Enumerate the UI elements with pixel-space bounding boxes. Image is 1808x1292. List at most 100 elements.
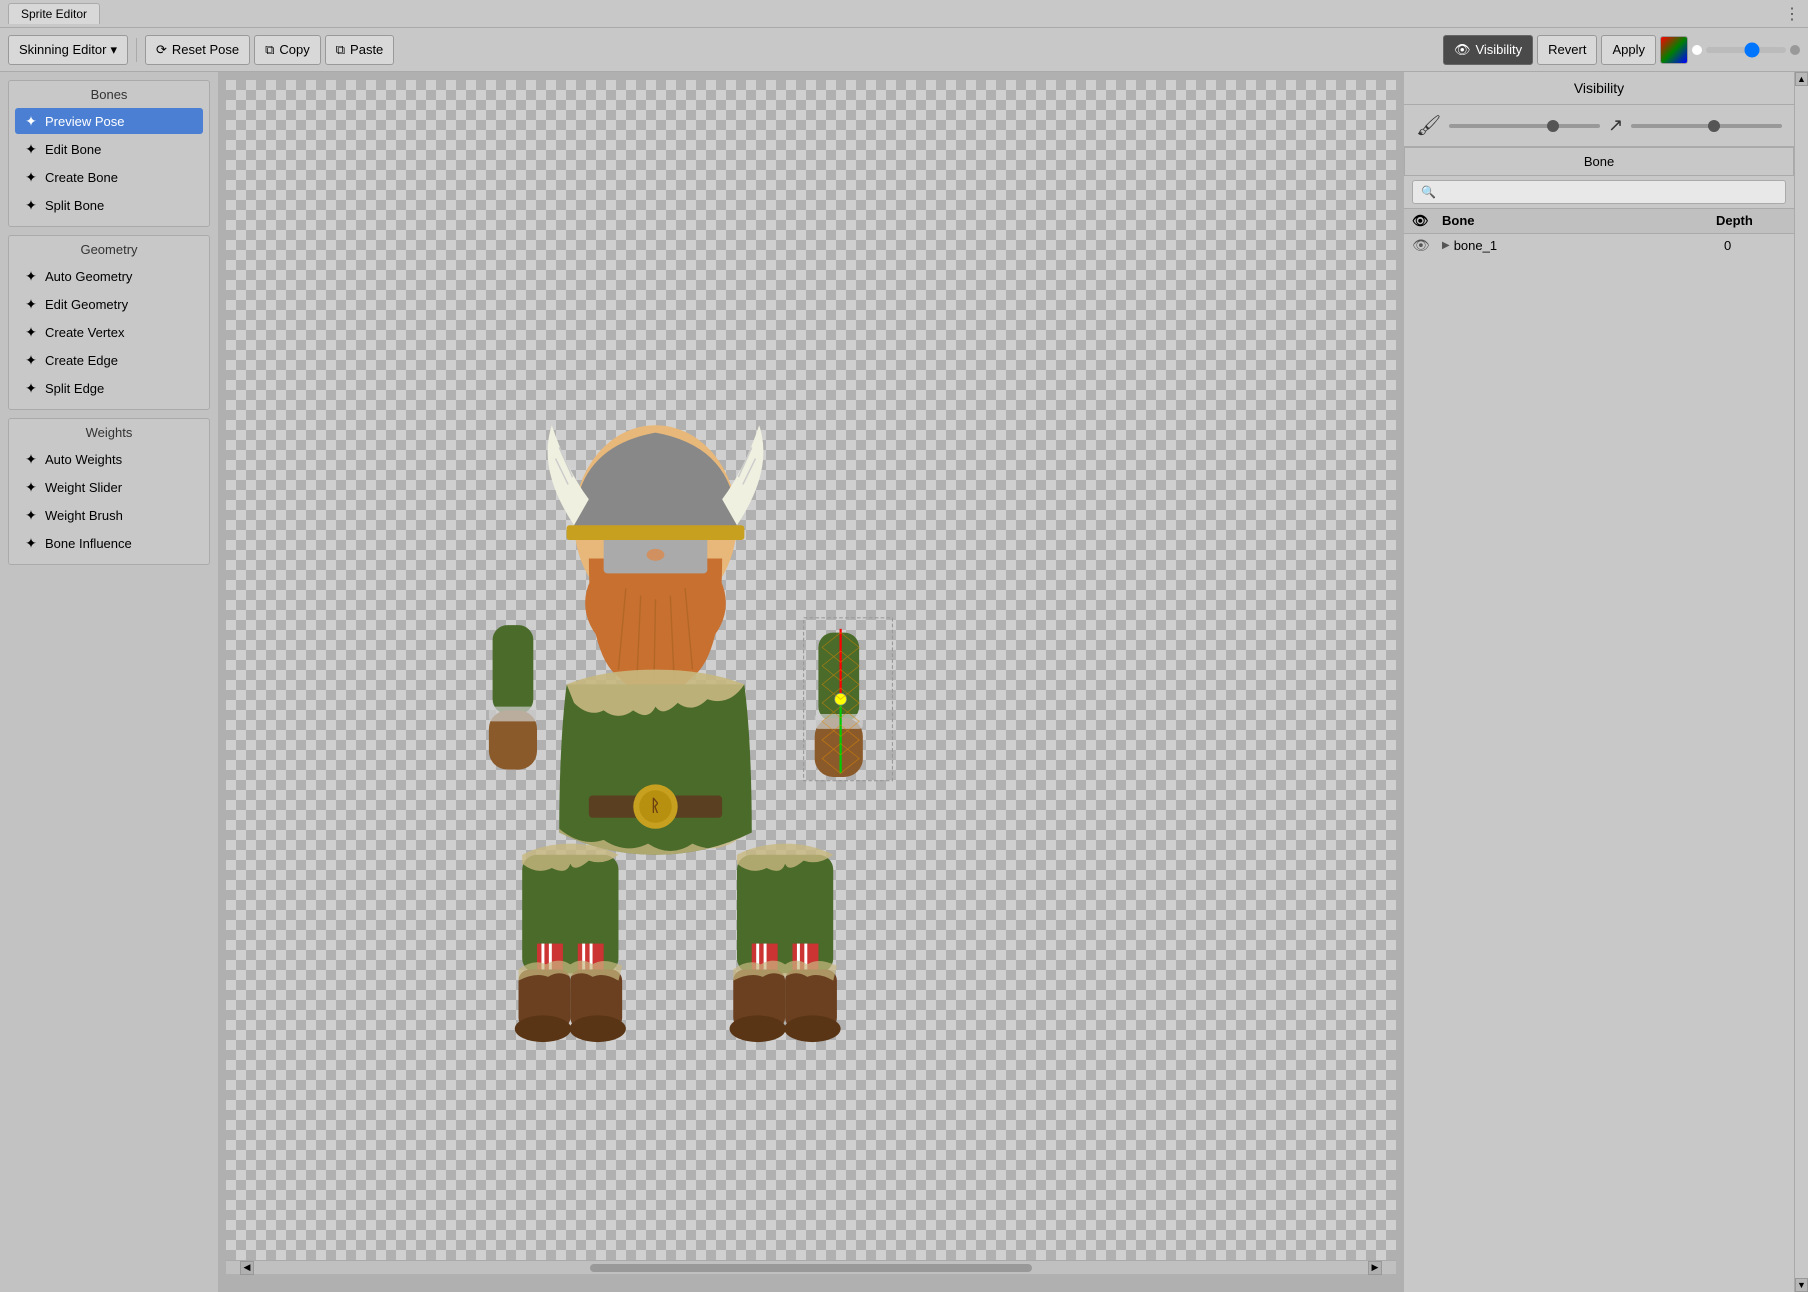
- visibility-label: Visibility: [1475, 42, 1522, 57]
- scroll-left-arrow[interactable]: ◀: [240, 1261, 254, 1275]
- search-bar: [1404, 176, 1794, 209]
- bone-depth-cell: 0: [1716, 238, 1786, 253]
- weight-brush-label: Weight Brush: [45, 508, 123, 523]
- revert-label: Revert: [1548, 42, 1586, 57]
- opacity-slider[interactable]: [1449, 124, 1600, 128]
- end-dot-icon: [1790, 45, 1800, 55]
- bone-table-row[interactable]: 👁 ▶ bone_1 0: [1404, 234, 1794, 257]
- main-content: Bones ✦ Preview Pose ✦ Edit Bone ✦ Creat…: [0, 72, 1808, 1292]
- weights-panel: Weights ✦ Auto Weights ✦ Weight Slider ✦…: [8, 418, 210, 565]
- visibility-button[interactable]: 👁 Visibility: [1443, 35, 1533, 65]
- svg-text:ᚱ: ᚱ: [650, 797, 660, 815]
- skinning-editor-dropdown[interactable]: Skinning Editor ▾: [8, 35, 128, 65]
- panel-spacer: [1404, 257, 1794, 1292]
- tool-btn-edit-geometry[interactable]: ✦ Edit Geometry: [15, 291, 203, 317]
- bone-name: bone_1: [1454, 238, 1497, 253]
- reset-pose-button[interactable]: ⟳ Reset Pose: [145, 35, 250, 65]
- edit-bone-label: Edit Bone: [45, 142, 101, 157]
- bone-table-header: 👁 Bone Depth: [1404, 209, 1794, 234]
- scroll-down-arrow[interactable]: ▼: [1795, 1278, 1808, 1292]
- title-tab[interactable]: Sprite Editor: [8, 3, 100, 24]
- auto-weights-icon: ✦: [23, 451, 39, 467]
- apply-button[interactable]: Apply: [1601, 35, 1656, 65]
- paste-icon: ⧉: [336, 42, 345, 58]
- bones-panel-title: Bones: [15, 87, 203, 102]
- weight-brush-icon: ✦: [23, 507, 39, 523]
- auto-geometry-label: Auto Geometry: [45, 269, 132, 284]
- brightness-slider[interactable]: [1706, 47, 1786, 53]
- reset-pose-icon: ⟳: [156, 42, 167, 58]
- scrollbar-thumb-h[interactable]: [590, 1264, 1032, 1272]
- create-edge-label: Create Edge: [45, 353, 118, 368]
- bone-visibility-eye[interactable]: 👁: [1412, 237, 1442, 254]
- dropdown-arrow-icon: ▾: [110, 42, 117, 58]
- create-vertex-label: Create Vertex: [45, 325, 125, 340]
- copy-label: Copy: [279, 42, 309, 57]
- tool-btn-create-vertex[interactable]: ✦ Create Vertex: [15, 319, 203, 345]
- split-bone-label: Split Bone: [45, 198, 104, 213]
- left-sidebar: Bones ✦ Preview Pose ✦ Edit Bone ✦ Creat…: [0, 72, 218, 1292]
- tool-btn-split-edge[interactable]: ✦ Split Edge: [15, 375, 203, 401]
- tool-btn-split-bone[interactable]: ✦ Split Bone: [15, 192, 203, 218]
- color-swatch[interactable]: [1660, 36, 1688, 64]
- tool-btn-create-bone[interactable]: ✦ Create Bone: [15, 164, 203, 190]
- auto-weights-label: Auto Weights: [45, 452, 122, 467]
- apply-label: Apply: [1612, 42, 1645, 57]
- tool-btn-edit-bone[interactable]: ✦ Edit Bone: [15, 136, 203, 162]
- tool-btn-create-edge[interactable]: ✦ Create Edge: [15, 347, 203, 373]
- tool-btn-auto-weights[interactable]: ✦ Auto Weights: [15, 446, 203, 472]
- right-panel-container: Visibility 🖌 ↗ Bone 👁 Bone: [1404, 72, 1808, 1292]
- scroll-up-arrow[interactable]: ▲: [1795, 72, 1808, 86]
- weights-panel-title: Weights: [15, 425, 203, 440]
- reset-pose-label: Reset Pose: [172, 42, 239, 57]
- tool-btn-bone-influence[interactable]: ✦ Bone Influence: [15, 530, 203, 556]
- right-panel: Visibility 🖌 ↗ Bone 👁 Bone: [1404, 72, 1794, 1292]
- paste-button[interactable]: ⧉ Paste: [325, 35, 395, 65]
- split-bone-icon: ✦: [23, 197, 39, 213]
- bone-influence-label: Bone Influence: [45, 536, 132, 551]
- weight-slider-label: Weight Slider: [45, 480, 122, 495]
- expand-arrow-icon[interactable]: ▶: [1442, 240, 1450, 251]
- create-edge-icon: ✦: [23, 352, 39, 368]
- copy-button[interactable]: ⧉ Copy: [254, 35, 321, 65]
- tool-btn-weight-brush[interactable]: ✦ Weight Brush: [15, 502, 203, 528]
- tool-btn-preview-pose[interactable]: ✦ Preview Pose: [15, 108, 203, 134]
- toolbar: Skinning Editor ▾ ⟳ Reset Pose ⧉ Copy ⧉ …: [0, 28, 1808, 72]
- table-header-eye: 👁: [1412, 213, 1442, 229]
- auto-geometry-icon: ✦: [23, 268, 39, 284]
- create-bone-label: Create Bone: [45, 170, 118, 185]
- bone-search-input[interactable]: [1412, 180, 1786, 204]
- arrow-icon: ↗: [1608, 115, 1623, 136]
- preview-pose-label: Preview Pose: [45, 114, 124, 129]
- scroll-track-right[interactable]: [1795, 86, 1808, 1278]
- tab-bone[interactable]: Bone: [1404, 147, 1794, 175]
- sprite-canvas: ᚱ: [226, 80, 1396, 1274]
- table-header-depth: Depth: [1716, 213, 1786, 229]
- horizontal-scrollbar[interactable]: ◀ ▶: [226, 1260, 1396, 1274]
- copy-icon: ⧉: [265, 42, 274, 58]
- canvas-wrapper: ᚱ: [226, 80, 1396, 1274]
- tool-btn-weight-slider[interactable]: ✦ Weight Slider: [15, 474, 203, 500]
- geometry-panel: Geometry ✦ Auto Geometry ✦ Edit Geometry…: [8, 235, 210, 410]
- right-scrollbar: ▲ ▼: [1794, 72, 1808, 1292]
- menu-dots-icon[interactable]: ⋮: [1784, 4, 1800, 24]
- canvas-area[interactable]: ᚱ: [218, 72, 1404, 1292]
- geometry-panel-title: Geometry: [15, 242, 203, 257]
- paste-label: Paste: [350, 42, 383, 57]
- revert-button[interactable]: Revert: [1537, 35, 1597, 65]
- title-bar: Sprite Editor ⋮: [0, 0, 1808, 28]
- weight-slider-icon: ✦: [23, 479, 39, 495]
- slider-track: [1692, 45, 1800, 55]
- create-vertex-icon: ✦: [23, 324, 39, 340]
- toolbar-separator-1: [136, 38, 137, 62]
- scroll-right-arrow[interactable]: ▶: [1368, 1261, 1382, 1275]
- title-tab-label: Sprite Editor: [21, 7, 87, 21]
- tool-btn-auto-geometry[interactable]: ✦ Auto Geometry: [15, 263, 203, 289]
- bone-tab-bar: Bone: [1404, 147, 1794, 176]
- split-edge-icon: ✦: [23, 380, 39, 396]
- size-slider[interactable]: [1631, 124, 1782, 128]
- create-bone-icon: ✦: [23, 169, 39, 185]
- visibility-icon: 👁: [1454, 42, 1471, 58]
- visibility-controls: 🖌 ↗: [1404, 105, 1794, 147]
- bones-panel: Bones ✦ Preview Pose ✦ Edit Bone ✦ Creat…: [8, 80, 210, 227]
